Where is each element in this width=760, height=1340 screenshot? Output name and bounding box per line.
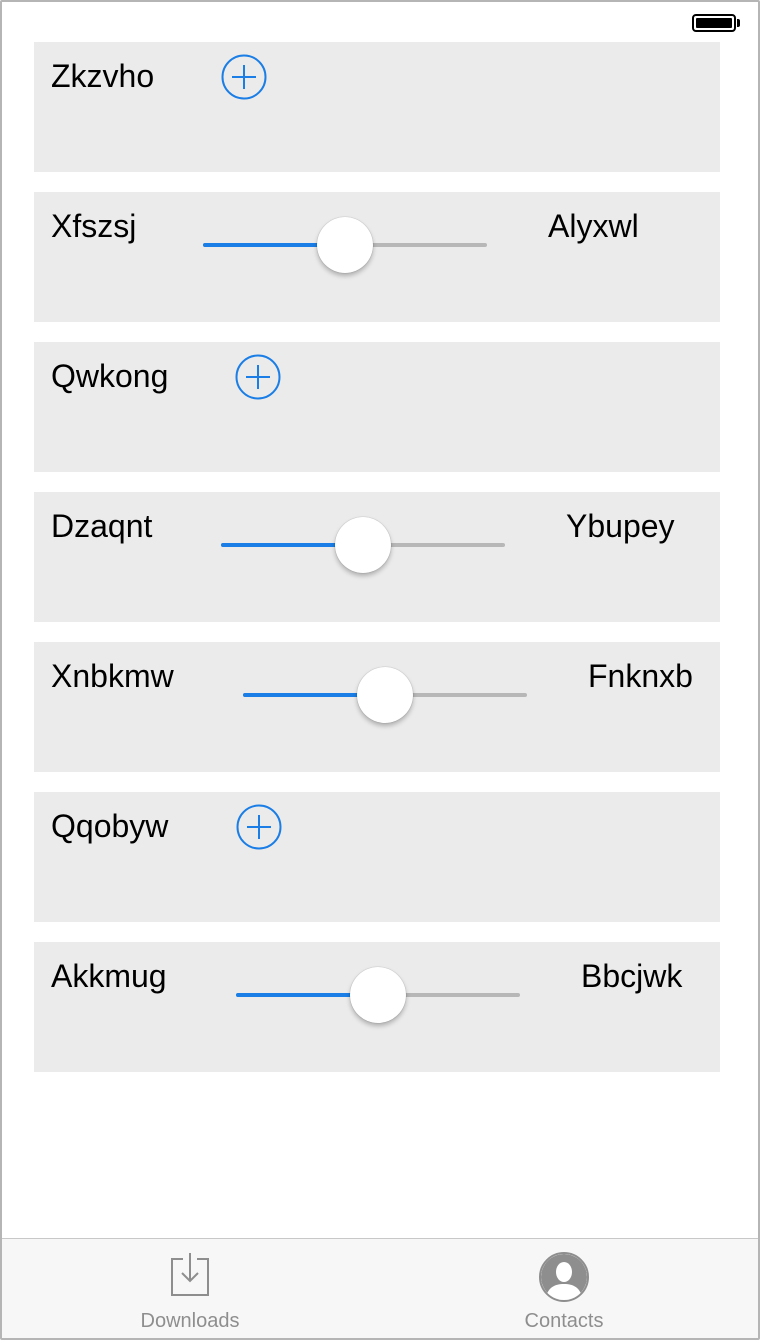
add-button[interactable] [221,54,267,100]
battery-icon [692,14,736,32]
list-row-xfszsj: Xfszsj Alyxwl [34,192,720,322]
slider[interactable] [236,952,520,1023]
list-row-akkmug: Akkmug Bbcjwk [34,942,720,1072]
add-button[interactable] [236,804,282,850]
status-bar [2,2,758,42]
plus-circle-icon [221,54,267,100]
contacts-icon [539,1252,589,1302]
slider-thumb[interactable] [317,217,373,273]
tab-label: Contacts [524,1310,604,1332]
slider[interactable] [203,202,487,273]
tab-contacts[interactable]: Contacts [434,1239,694,1338]
slider-thumb[interactable] [335,517,391,573]
row-value: Fnknxb [588,658,693,694]
slider[interactable] [243,652,527,723]
slider[interactable] [221,502,505,573]
list-row-zkzvho: Zkzvho [34,42,720,172]
list-row-dzaqnt: Dzaqnt Ybupey [34,492,720,622]
tab-bar: Downloads Contacts [2,1238,758,1338]
list-row-qwkong: Qwkong [34,342,720,472]
row-value: Alyxwl [548,208,639,244]
row-label: Qqobyw [51,808,169,844]
row-label: Xnbkmw [51,658,174,694]
battery-level [696,18,732,28]
app-screen: Zkzvho Xfszsj Alyxwl Qwkong Dzaqnt Ybupe… [0,0,760,1340]
row-label: Qwkong [51,358,169,394]
row-value: Ybupey [566,508,675,544]
downloads-icon [171,1253,209,1296]
row-label: Xfszsj [51,208,137,244]
slider-thumb[interactable] [357,667,413,723]
tab-downloads[interactable]: Downloads [60,1239,320,1338]
row-label: Akkmug [51,958,167,994]
plus-circle-icon [235,354,281,400]
row-label: Dzaqnt [51,508,153,544]
battery-tip [737,19,740,27]
list-row-qqobyw: Qqobyw [34,792,720,922]
list-row-xnbkmw: Xnbkmw Fnknxb [34,642,720,772]
row-label: Zkzvho [51,58,155,94]
plus-circle-icon [236,804,282,850]
add-button[interactable] [235,354,281,400]
row-value: Bbcjwk [581,958,683,994]
tab-label: Downloads [140,1310,240,1332]
slider-thumb[interactable] [350,967,406,1023]
